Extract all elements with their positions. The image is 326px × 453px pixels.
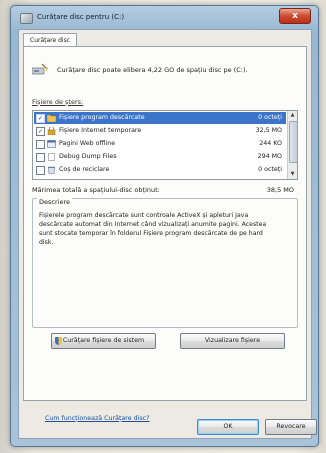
checkbox[interactable]: [36, 140, 45, 149]
files-to-delete-label: Fișiere de șters:: [32, 98, 84, 106]
clean-system-files-button[interactable]: Curățare fișiere de sistem: [51, 333, 156, 349]
title-bar[interactable]: Curățare disc pentru (C:) x: [11, 6, 318, 28]
checkbox[interactable]: [36, 166, 45, 175]
recycle-bin-icon: [48, 166, 55, 174]
item-size: 244 KO: [259, 140, 282, 147]
item-name: Fișiere Internet temporare: [59, 127, 142, 134]
uac-shield-icon: [55, 337, 62, 345]
total-space-label: Mărimea totală a spațiului-disc obținut:: [32, 186, 160, 194]
tab-disk-cleanup[interactable]: Curățare disc: [23, 33, 77, 47]
list-item[interactable]: Coș de reciclare 0 octeți: [34, 164, 286, 176]
scroll-thumb[interactable]: [289, 121, 298, 163]
close-button[interactable]: x: [279, 8, 311, 24]
list-item[interactable]: Debug Dump Files 294 MO: [34, 151, 286, 163]
view-files-button[interactable]: Vizualizare fișiere: [180, 333, 285, 349]
checkbox[interactable]: ✓: [36, 127, 45, 136]
dialog-client-area: Curățare disc Curățare disc poate eliber…: [18, 29, 317, 439]
tab-panel: Curățare disc poate elibera 4,22 GO de s…: [23, 46, 307, 401]
scroll-up-icon[interactable]: ▲: [288, 111, 297, 120]
item-size: 32,5 MO: [255, 127, 282, 134]
item-size: 294 MO: [257, 153, 282, 160]
help-link[interactable]: Cum funcționează Curățare disc?: [45, 415, 149, 422]
item-name: Coș de reciclare: [59, 166, 110, 173]
clean-system-files-label: Curățare fișiere de sistem: [62, 337, 145, 344]
disk-cleanup-app-icon: [20, 13, 33, 24]
checkbox[interactable]: ✓: [36, 114, 45, 123]
space-summary-text: Curățare disc poate elibera 4,22 GO de s…: [57, 66, 248, 74]
item-size: 0 octeți: [258, 114, 282, 121]
cancel-button[interactable]: Revocare: [265, 419, 317, 435]
total-space-value: 38,5 MO: [266, 186, 294, 194]
description-group: Descriere Fișierele program descărcate s…: [32, 198, 298, 328]
description-legend: Descriere: [37, 198, 72, 206]
list-scrollbar[interactable]: ▲ ▼: [287, 111, 298, 179]
description-text: Fișierele program descărcate sunt contro…: [39, 212, 267, 246]
web-page-icon: [47, 140, 56, 148]
list-item[interactable]: Pagini Web offline 244 KO: [34, 138, 286, 150]
list-item[interactable]: ✓ Fișiere program descărcate 0 octeți: [34, 112, 286, 124]
item-size: 0 octeți: [258, 166, 282, 173]
checkbox[interactable]: [36, 153, 45, 162]
scroll-down-icon[interactable]: ▼: [288, 170, 297, 179]
item-name: Debug Dump Files: [59, 153, 117, 160]
disk-cleanup-window: Curățare disc pentru (C:) x Curățare dis…: [10, 5, 319, 447]
document-icon: [48, 153, 55, 161]
files-to-delete-list[interactable]: ✓ Fișiere program descărcate 0 octeți ✓ …: [32, 110, 298, 180]
item-name: Fișiere program descărcate: [59, 114, 145, 121]
drive-broom-icon: [32, 63, 48, 75]
item-name: Pagini Web offline: [59, 140, 116, 147]
folder-icon: [47, 114, 56, 122]
ok-button[interactable]: OK: [197, 419, 259, 435]
padlock-icon: [47, 127, 56, 135]
window-title: Curățare disc pentru (C:): [37, 13, 125, 21]
list-item[interactable]: ✓ Fișiere Internet temporare 32,5 MO: [34, 125, 286, 137]
